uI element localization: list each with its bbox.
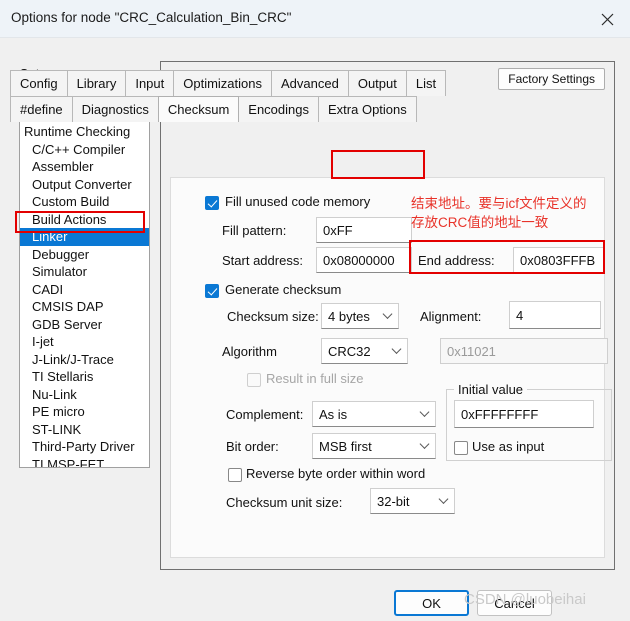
category-item[interactable]: Runtime Checking xyxy=(20,123,149,141)
bit-order-value: MSB first xyxy=(319,438,372,454)
category-item[interactable]: Third-Party Driver xyxy=(20,438,149,456)
alignment-input[interactable]: 4 xyxy=(509,301,601,329)
start-address-label: Start address: xyxy=(222,253,303,268)
end-address-label: End address: xyxy=(418,253,495,268)
checksum-unit-size-label: Checksum unit size: xyxy=(226,495,343,510)
result-in-full-size-checkbox xyxy=(247,373,261,387)
reverse-byte-order-label: Reverse byte order within word xyxy=(246,466,426,481)
chevron-down-icon xyxy=(419,407,430,417)
options-dialog: Options for node "CRC_Calculation_Bin_CR… xyxy=(0,0,630,621)
tab-optimizations[interactable]: Optimizations xyxy=(173,70,272,96)
fill-unused-code-memory-checkbox[interactable] xyxy=(205,196,219,210)
chevron-down-icon xyxy=(419,439,430,449)
reverse-byte-order-checkbox[interactable] xyxy=(228,468,242,482)
annotation-line-1: 结束地址。要与icf文件定义的 xyxy=(411,196,587,211)
tab-diagnostics[interactable]: Diagnostics xyxy=(71,96,159,122)
start-address-input[interactable]: 0x08000000 xyxy=(316,247,412,273)
factory-settings-button[interactable]: Factory Settings xyxy=(498,68,605,90)
category-item[interactable]: Nu-Link xyxy=(20,386,149,404)
category-item[interactable]: Output Converter xyxy=(20,176,149,194)
alignment-label: Alignment: xyxy=(420,309,482,324)
category-item[interactable]: TI MSP-FET xyxy=(20,456,149,468)
checksum-size-value: 4 bytes xyxy=(328,308,370,324)
fill-pattern-label: Fill pattern: xyxy=(222,223,287,238)
tab-row-2: #define Diagnostics Checksum Encodings Extra… xyxy=(10,96,445,122)
category-item[interactable]: GDB Server xyxy=(20,316,149,334)
tab-encodings[interactable]: Encodings xyxy=(238,96,319,122)
checksum-size-label: Checksum size: xyxy=(227,309,319,324)
complement-label: Complement: xyxy=(226,407,304,422)
category-item[interactable]: PE micro xyxy=(20,403,149,421)
tab-config[interactable]: Config xyxy=(10,70,68,96)
algorithm-value: CRC32 xyxy=(328,343,371,359)
use-as-input-checkbox[interactable] xyxy=(454,441,468,455)
bit-order-label: Bit order: xyxy=(226,439,279,454)
fill-pattern-input[interactable]: 0xFF xyxy=(316,217,412,243)
annotation-line-2: 存放CRC值的地址一致 xyxy=(411,215,549,230)
complement-select[interactable]: As is xyxy=(312,401,436,427)
ok-button[interactable]: OK xyxy=(394,590,469,616)
close-icon[interactable] xyxy=(584,0,630,38)
tab-extra-options[interactable]: Extra Options xyxy=(318,96,417,122)
category-item[interactable]: ST-LINK xyxy=(20,421,149,439)
category-item[interactable]: Linker xyxy=(20,228,149,246)
tab-list[interactable]: List xyxy=(405,70,447,96)
chevron-down-icon xyxy=(391,344,402,354)
category-item[interactable]: I-jet xyxy=(20,333,149,351)
tab-strip: Config Library Input Optimizations Advanced O… xyxy=(10,70,447,122)
chevron-down-icon xyxy=(438,494,449,504)
end-address-input[interactable]: 0x0803FFFB xyxy=(513,247,605,273)
category-item[interactable]: Simulator xyxy=(20,263,149,281)
tab-row-1: Config Library Input Optimizations Advanced O… xyxy=(10,70,447,96)
category-item[interactable]: Build Actions xyxy=(20,211,149,229)
checksum-size-select[interactable]: 4 bytes xyxy=(321,303,399,329)
initial-value-group-label: Initial value xyxy=(454,382,528,397)
category-item[interactable]: CADI xyxy=(20,281,149,299)
generate-checksum-checkbox[interactable] xyxy=(205,284,219,298)
category-list[interactable]: General OptionsStatic AnalysisRuntime Ch… xyxy=(19,83,150,468)
cancel-button[interactable]: Cancel xyxy=(477,590,552,616)
bit-order-select[interactable]: MSB first xyxy=(312,433,436,459)
tab-checksum[interactable]: Checksum xyxy=(157,96,240,122)
category-item[interactable]: Custom Build xyxy=(20,193,149,211)
checksum-unit-size-value: 32-bit xyxy=(377,493,410,509)
tab-library[interactable]: Library xyxy=(66,70,127,96)
tab-advanced[interactable]: Advanced xyxy=(271,70,349,96)
checksum-unit-size-select[interactable]: 32-bit xyxy=(370,488,455,514)
tab-output[interactable]: Output xyxy=(347,70,407,96)
category-item[interactable]: Assembler xyxy=(20,158,149,176)
initial-value-input[interactable]: 0xFFFFFFFF xyxy=(454,400,594,428)
category-item[interactable]: J-Link/J-Trace xyxy=(20,351,149,369)
complement-value: As is xyxy=(319,406,348,422)
category-item[interactable]: TI Stellaris xyxy=(20,368,149,386)
title-bar: Options for node "CRC_Calculation_Bin_CR… xyxy=(0,0,630,38)
category-item[interactable]: Debugger xyxy=(20,246,149,264)
result-in-full-size-label: Result in full size xyxy=(266,371,364,386)
polynomial-input: 0x11021 xyxy=(440,338,608,364)
algorithm-label: Algorithm xyxy=(222,344,277,359)
generate-checksum-label: Generate checksum xyxy=(225,282,342,297)
use-as-input-label: Use as input xyxy=(472,439,545,454)
category-item[interactable]: CMSIS DAP xyxy=(20,298,149,316)
algorithm-select[interactable]: CRC32 xyxy=(321,338,408,364)
chevron-down-icon xyxy=(382,309,393,319)
category-item[interactable]: C/C++ Compiler xyxy=(20,141,149,159)
window-title: Options for node "CRC_Calculation_Bin_CR… xyxy=(11,10,292,25)
tab-define[interactable]: #define xyxy=(10,96,73,122)
fill-unused-code-memory-label: Fill unused code memory xyxy=(225,194,371,209)
tab-input[interactable]: Input xyxy=(125,70,175,96)
